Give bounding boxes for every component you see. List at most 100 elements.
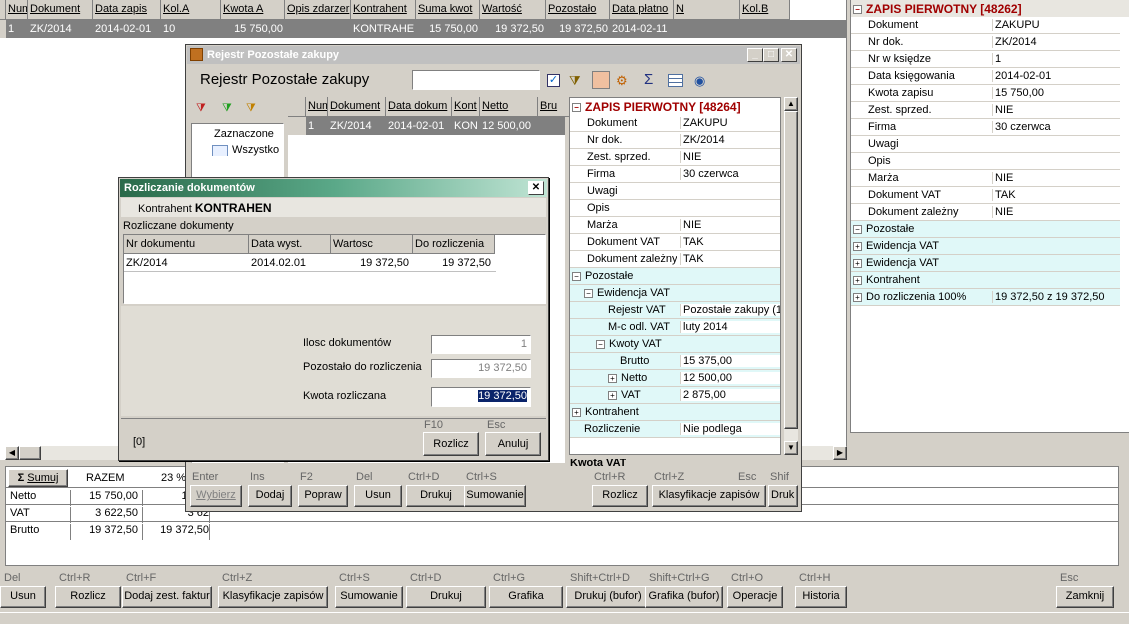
property-group[interactable]: + Do rozliczenia 100% 19 372,50 z 19 372,5… [851,289,1120,306]
right-panel-hscroll[interactable] [850,432,1129,460]
property-row[interactable]: Data księgowania 2014-02-01 [851,68,1120,85]
pozostalo-field[interactable]: 19 372,50 [431,359,531,378]
close-button[interactable]: ✕ [781,48,797,62]
toolbar-button[interactable]: Drukuj [406,485,466,507]
property-row[interactable]: Dokument zależny NIE [851,204,1120,221]
property-group[interactable]: Brutto 15 375,00 [570,353,780,370]
collapse-icon[interactable]: − [853,5,862,15]
property-row[interactable]: Zest. sprzed. NIE [851,102,1120,119]
toolbar-button[interactable]: Drukuj (bufor) [566,586,650,608]
collapse-icon[interactable]: − [853,224,862,234]
scroll-thumb[interactable] [784,111,798,429]
property-row[interactable]: Nr dok. ZK/2014 [570,132,780,149]
toolbar-button[interactable]: Usun [0,586,46,608]
property-row[interactable]: Nr dok. ZK/2014 [851,34,1120,51]
filter-remove-icon[interactable] [592,71,610,89]
filter-check-icon[interactable]: ✓ [547,74,560,87]
property-group[interactable]: + Netto 12 500,00 [570,370,780,387]
toolbar-button[interactable]: Druk [768,485,798,507]
expand-icon[interactable]: + [853,241,862,251]
toolbar-button[interactable]: Popraw [298,485,348,507]
tree-item-zaznaczone[interactable]: Zaznaczone [214,128,274,140]
toolbar-button[interactable]: Usun [354,485,402,507]
property-row[interactable]: Kwota zapisu 15 750,00 [851,85,1120,102]
scroll-left-arrow[interactable]: ◀ [5,446,19,460]
property-group[interactable]: − Pozostałe [570,268,780,285]
property-row[interactable]: Firma 30 czerwca [570,166,780,183]
column-header[interactable]: Dokument [28,0,93,20]
expand-icon[interactable]: + [572,407,581,417]
column-header[interactable]: Suma kwot [416,0,480,20]
expand-icon[interactable]: + [608,390,617,400]
column-header[interactable]: Opis zdarzer [285,0,351,20]
minimize-button[interactable]: _ [747,48,763,62]
property-group[interactable]: − Ewidencja VAT [570,285,780,302]
property-row[interactable]: Dokument ZAKUPU [851,17,1120,34]
property-row[interactable]: Uwagi [570,183,780,200]
funnel-gear-icon[interactable]: ⧩ [246,102,256,115]
column-header[interactable]: Kol.B [740,0,790,20]
property-row[interactable]: Dokument VAT TAK [570,234,780,251]
collapse-icon[interactable]: − [596,339,605,349]
rejestr-titlebar[interactable]: Rejestr Pozostałe zakupy _ □ ✕ [187,46,800,64]
detail-vscrollbar[interactable]: ▲ ▼ [784,97,798,455]
scroll-up-arrow[interactable]: ▲ [784,97,798,111]
property-row[interactable]: Marża NIE [570,217,780,234]
toolbar-button[interactable]: Historia [795,586,847,608]
sum-icon[interactable]: Σ [644,71,653,88]
column-header[interactable]: Do rozliczenia [413,235,495,254]
column-header[interactable]: Data płatno [610,0,674,20]
toolbar-button[interactable]: Dodaj [248,485,292,507]
toolbar-button[interactable]: Klasyfikacje zapisów [652,485,766,507]
toolbar-button[interactable]: Klasyfikacje zapisów [218,586,328,608]
column-header[interactable]: Num [306,97,328,117]
toolbar-button[interactable]: Operacje [727,586,783,608]
property-row[interactable]: Dokument ZAKUPU [570,115,780,132]
column-header[interactable]: Kontrahent [351,0,416,20]
sumuj-button[interactable]: Σ Sumuj [8,469,68,487]
filter-icon[interactable]: ⧩ [569,73,581,89]
column-header[interactable]: N [674,0,740,20]
toolbar-button[interactable]: Zamknij [1056,586,1114,608]
column-header[interactable]: Wartość [480,0,546,20]
dialog-titlebar[interactable]: Rozliczanie dokumentów ✕ [120,179,547,197]
expand-icon[interactable]: + [853,258,862,268]
property-row[interactable]: Marża NIE [851,170,1120,187]
scroll-right-arrow[interactable]: ▶ [833,446,847,460]
column-header[interactable]: Numer zapis [6,0,28,20]
column-header[interactable]: Dokument [328,97,386,117]
column-header[interactable]: Wartosc [331,235,413,254]
property-group[interactable]: + Ewidencja VAT [851,255,1120,272]
property-row[interactable]: Zest. sprzed. NIE [570,149,780,166]
scroll-down-arrow[interactable]: ▼ [784,441,798,455]
rozlicz-button[interactable]: Rozlicz [423,432,479,456]
column-header[interactable]: Kont [452,97,480,117]
property-group[interactable]: Rejestr VAT Pozostałe zakupy (1) [570,302,780,319]
column-header[interactable]: Data dokum [386,97,452,117]
scroll-thumb[interactable] [19,446,41,460]
property-group[interactable]: − Kwoty VAT [570,336,780,353]
expand-icon[interactable]: + [608,373,617,383]
toolbar-button[interactable]: Drukuj [406,586,486,608]
view-icon[interactable]: ◉ [694,73,705,89]
toolbar-button[interactable]: Grafika [489,586,563,608]
toolbar-button[interactable]: Rozlicz [592,485,648,507]
property-group[interactable]: + Ewidencja VAT [851,238,1120,255]
expand-icon[interactable]: + [853,275,862,285]
funnel-green-icon[interactable]: ⧩ [222,102,232,115]
property-row[interactable]: Dokument VAT TAK [851,187,1120,204]
property-group[interactable]: − Pozostałe [851,221,1120,238]
column-header[interactable]: Pozostało [546,0,610,20]
column-header[interactable]: Nr dokumentu [124,235,249,254]
ilosc-field[interactable]: 1 [431,335,531,354]
property-group[interactable]: + Kontrahent [851,272,1120,289]
column-header[interactable]: Kol.A [161,0,221,20]
toolbar-button[interactable]: Sumowanie [335,586,403,608]
table-row[interactable]: ZK/2014 2014.02.01 19 372,50 19 372,50 [124,254,496,272]
property-row[interactable]: Opis [851,153,1120,170]
column-header[interactable]: Netto [480,97,538,117]
property-group[interactable]: + VAT 2 875,00 [570,387,780,404]
collapse-icon[interactable]: − [584,288,593,298]
property-row[interactable]: Firma 30 czerwca [851,119,1120,136]
funnel-red-icon[interactable]: ⧩ [196,102,206,115]
